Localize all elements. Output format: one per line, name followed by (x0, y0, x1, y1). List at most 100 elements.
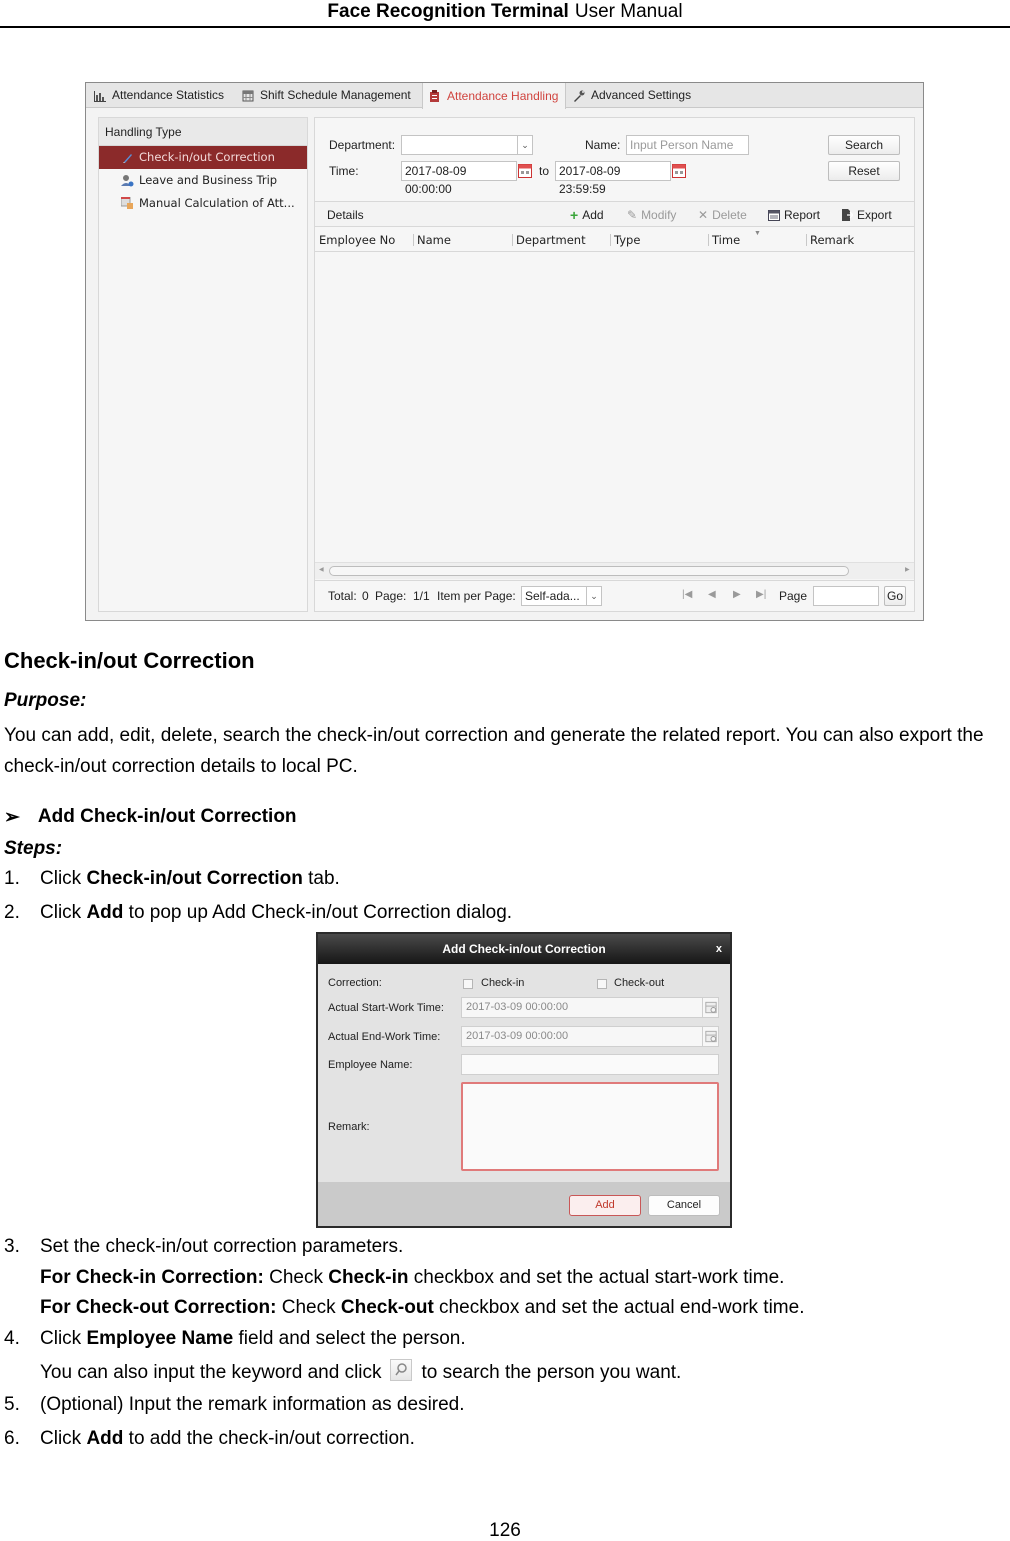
step-number: 3. (4, 1236, 20, 1257)
details-toolbar: Details + Add ✎ Modify ✕ Delete Report E… (315, 201, 914, 227)
calendar-icon[interactable] (702, 1026, 719, 1047)
add-button[interactable]: + Add (570, 202, 604, 228)
sidebar-item-label: Check-in/out Correction (139, 150, 275, 164)
calendar-icon[interactable] (518, 163, 532, 178)
check-in-checkbox[interactable] (463, 979, 473, 989)
scrollbar-thumb[interactable] (329, 566, 849, 576)
column-divider[interactable] (413, 234, 414, 246)
export-icon (842, 209, 853, 221)
tab-attendance-statistics[interactable]: Attendance Statistics (88, 83, 236, 108)
sidebar-item-check-in-out-correction[interactable]: Check-in/out Correction (99, 146, 307, 169)
calendar-icon[interactable] (702, 997, 719, 1018)
remark-textarea[interactable] (461, 1082, 719, 1171)
tab-advanced-settings[interactable]: Advanced Settings (567, 83, 702, 108)
sidebar-item-leave-and-business-trip[interactable]: Leave and Business Trip (99, 169, 307, 192)
sidebar-item-manual-calculation[interactable]: Manual Calculation of Att... (99, 192, 307, 215)
person-clock-icon (121, 175, 134, 187)
step-keyword: Check-in/out Correction (86, 868, 303, 889)
calculator-hand-icon (121, 197, 133, 209)
calendar-icon[interactable] (672, 163, 686, 178)
employee-name-input[interactable] (461, 1054, 719, 1075)
step-text: field and select the person. (233, 1328, 466, 1349)
column-divider[interactable] (610, 234, 611, 246)
step-keyword: Employee Name (86, 1328, 234, 1349)
dialog-title: Add Check-in/out Correction (318, 934, 730, 964)
add-label: Add (582, 208, 604, 222)
column-divider[interactable] (512, 234, 513, 246)
report-button[interactable]: Report (768, 202, 820, 228)
start-work-time-input[interactable]: 2017-03-09 00:00:00 (461, 997, 719, 1018)
dialog-footer: Add Cancel (318, 1182, 730, 1226)
column-divider[interactable] (708, 234, 709, 246)
scroll-right-icon[interactable]: ▶ (905, 566, 910, 573)
start-work-time-label: Actual Start-Work Time: (328, 1002, 444, 1014)
modify-button[interactable]: ✎ Modify (627, 202, 676, 228)
table-header: Employee No Name Department Type Time ▼ … (315, 228, 914, 252)
time-to-input[interactable]: 2017-08-09 23:59:59 (555, 161, 671, 196)
tab-label: Attendance Handling (447, 88, 559, 103)
report-icon (768, 209, 780, 221)
add-button[interactable]: Add (569, 1195, 641, 1216)
column-type[interactable]: Type (614, 228, 640, 252)
step-6: 6. Click Add to add the check-in/out corr… (4, 1428, 415, 1450)
column-remark[interactable]: Remark (810, 228, 854, 252)
export-button[interactable]: Export (842, 202, 892, 228)
items-per-page-select[interactable]: Self-ada... (521, 586, 588, 606)
step-text: Click (40, 868, 87, 889)
column-time[interactable]: Time (712, 228, 740, 252)
chevron-down-icon[interactable]: ⌄ (586, 586, 602, 606)
step-keyword: Add (86, 1428, 124, 1449)
total-label: Total: (328, 589, 357, 603)
correction-table: Employee No Name Department Type Time ▼ … (315, 228, 914, 558)
reset-button[interactable]: Reset (828, 161, 900, 181)
column-department[interactable]: Department (516, 228, 586, 252)
pagination-bar: Total: 0 Page: 1/1 Item per Page: Self-a… (315, 580, 914, 611)
horizontal-scrollbar[interactable]: ◀ ▶ (315, 562, 914, 579)
close-icon[interactable]: x (716, 934, 722, 964)
tab-shift-schedule-management[interactable]: Shift Schedule Management (236, 83, 422, 108)
time-from-input[interactable]: 2017-08-09 00:00:00 (401, 161, 517, 196)
sort-indicator-icon: ▼ (754, 230, 761, 237)
steps-label: Steps: (4, 838, 63, 859)
previous-page-icon[interactable]: ◀ (708, 589, 716, 600)
column-name[interactable]: Name (417, 228, 451, 252)
chevron-down-icon[interactable]: ⌄ (517, 135, 533, 155)
name-input[interactable]: Input Person Name (626, 135, 749, 155)
cancel-button[interactable]: Cancel (648, 1195, 720, 1216)
step-number: 1. (4, 868, 20, 889)
handling-type-panel: Handling Type Check-in/out Correction Le… (98, 117, 308, 612)
tab-attendance-handling[interactable]: Attendance Handling (422, 83, 566, 109)
step-3-checkout-note: For Check-out Correction: Check Check-ou… (40, 1297, 804, 1319)
go-button[interactable]: Go (884, 586, 906, 606)
check-out-checkbox[interactable] (597, 979, 607, 989)
department-select[interactable] (401, 135, 519, 155)
next-page-icon[interactable]: ▶ (733, 589, 741, 600)
attendance-handling-window: Attendance Statistics Shift Schedule Man… (85, 82, 924, 621)
goto-page-label: Page (779, 589, 808, 603)
search-button[interactable]: Search (828, 135, 900, 155)
page-header: Face Recognition Terminal User Manual (0, 0, 1010, 28)
column-divider[interactable] (806, 234, 807, 246)
scroll-left-icon[interactable]: ◀ (319, 566, 324, 573)
first-page-icon[interactable]: |◀ (682, 589, 692, 600)
step-4: 4. Click Employee Name field and select t… (4, 1328, 466, 1350)
subsection-heading: ➢ Add Check-in/out Correction (4, 806, 297, 829)
close-icon: ✕ (698, 208, 709, 222)
last-page-icon[interactable]: ▶| (756, 589, 766, 600)
arrow-bullet-icon: ➢ (4, 807, 20, 828)
step-2: 2. Click Add to pop up Add Check-in/out C… (4, 902, 512, 924)
column-employee-no[interactable]: Employee No (319, 228, 395, 252)
tab-label: Attendance Statistics (112, 88, 225, 102)
step-text: to search the person you want. (421, 1362, 682, 1384)
end-work-time-input[interactable]: 2017-03-09 00:00:00 (461, 1026, 719, 1047)
page-value: 1/1 (413, 589, 430, 603)
correction-label: Correction: (328, 977, 382, 989)
step-number: 6. (4, 1428, 20, 1449)
step-text: Check (276, 1297, 341, 1318)
delete-button[interactable]: ✕ Delete (698, 202, 747, 228)
goto-page-input[interactable] (813, 586, 879, 606)
modify-label: Modify (641, 208, 677, 222)
to-label: to (539, 164, 550, 178)
page-label: Page: (375, 589, 407, 603)
subsection-title: Add Check-in/out Correction (37, 806, 297, 827)
